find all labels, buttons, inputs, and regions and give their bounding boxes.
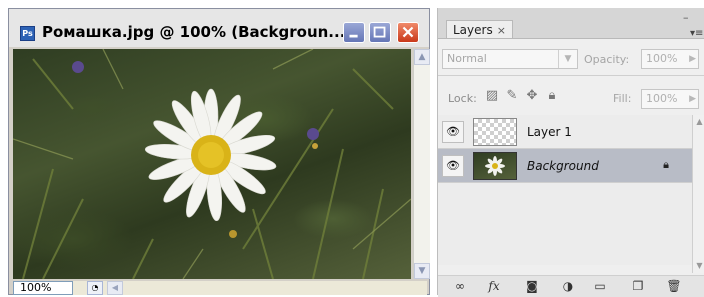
scroll-up-icon[interactable]: ▲	[414, 49, 430, 65]
document-vertical-scrollbar[interactable]: ▲ ▼	[413, 49, 430, 279]
fill-field[interactable]: 100% ▶	[641, 89, 699, 109]
zoom-level-field[interactable]: 100%	[13, 281, 73, 295]
fill-label: Fill:	[613, 92, 632, 105]
eye-icon[interactable]: 👁︎	[442, 121, 464, 143]
scroll-down-icon[interactable]: ▼	[693, 259, 704, 273]
document-title-bar[interactable]: Ps Ромашка.jpg @ 100% (Backgroun...	[9, 9, 429, 47]
document-title: Ромашка.jpg @ 100% (Backgroun...	[42, 23, 346, 41]
delete-layer-icon[interactable]: 🗑︎	[664, 278, 684, 294]
scroll-up-icon[interactable]: ▲	[693, 115, 704, 129]
opacity-field[interactable]: 100% ▶	[641, 49, 699, 69]
layers-panel: Layers × – ▾≡ Normal ▼ Opacity: 100% ▶ Lo…	[437, 8, 704, 297]
lock-icon: 🔒︎	[663, 158, 669, 171]
document-window: Ps Ромашка.jpg @ 100% (Backgroun... ▲ ▼ …	[8, 8, 430, 295]
tab-close-icon[interactable]: ×	[497, 24, 506, 37]
panel-tab-strip: Layers × – ▾≡	[438, 8, 704, 39]
daisy-photo	[13, 49, 411, 279]
layer-row-layer-1[interactable]: 👁︎ Layer 1	[438, 115, 692, 149]
blend-mode-select[interactable]: Normal ▼	[442, 49, 578, 69]
lock-all-icon[interactable]: 🔒︎	[544, 88, 560, 104]
layer-style-icon[interactable]: fx	[484, 278, 504, 294]
layer-thumbnail	[473, 152, 517, 180]
layers-list-scrollbar[interactable]: ▲ ▼	[692, 115, 704, 273]
layers-list: 👁︎ Layer 1 👁︎ Background 🔒︎	[438, 115, 692, 265]
lock-label: Lock:	[448, 92, 477, 105]
scroll-down-icon[interactable]: ▼	[414, 263, 430, 279]
new-group-icon[interactable]: ▭	[590, 278, 610, 294]
layers-panel-body: Normal ▼ Opacity: 100% ▶ Lock: ▨ ✎ ✥ 🔒︎ …	[438, 38, 704, 297]
close-icon	[402, 26, 414, 38]
layer-thumbnail	[473, 118, 517, 146]
link-layers-icon[interactable]: ∞	[450, 278, 470, 294]
adjustment-layer-icon[interactable]: ◑	[558, 278, 578, 294]
daisy-thumbnail-image	[485, 156, 505, 176]
maximize-icon	[373, 26, 386, 38]
fill-value: 100%	[646, 92, 678, 105]
minimize-button[interactable]	[343, 22, 365, 43]
layers-bottom-toolbar: ∞ fx ◙ ◑ ▭ ❐ 🗑︎	[438, 275, 704, 297]
photoshop-app-icon: Ps	[20, 26, 35, 41]
image-canvas[interactable]	[13, 49, 411, 279]
lock-position-icon[interactable]: ✥	[524, 88, 540, 104]
lock-image-pixels-icon[interactable]: ✎	[504, 88, 520, 104]
document-status-bar: 100% ◔ ◀	[13, 281, 427, 295]
new-layer-icon[interactable]: ❐	[628, 278, 648, 294]
maximize-button[interactable]	[369, 22, 391, 43]
blend-mode-value: Normal	[447, 52, 487, 65]
opacity-arrow-icon[interactable]: ▶	[689, 50, 696, 68]
tab-layers[interactable]: Layers ×	[446, 20, 513, 39]
opacity-value: 100%	[646, 52, 678, 65]
panel-collapse-icon[interactable]: –	[683, 11, 689, 24]
layer-row-background[interactable]: 👁︎ Background 🔒︎	[438, 149, 692, 183]
close-button[interactable]	[397, 22, 419, 43]
panel-divider	[438, 75, 704, 76]
eye-icon[interactable]: 👁︎	[442, 155, 464, 177]
minimize-icon	[349, 34, 358, 38]
layer-name[interactable]: Background	[527, 159, 599, 173]
scroll-left-icon[interactable]: ◀	[107, 281, 123, 295]
lock-transparent-pixels-icon[interactable]: ▨	[484, 88, 500, 104]
tab-layers-label: Layers	[453, 23, 493, 37]
chevron-down-icon: ▼	[558, 50, 577, 68]
status-info-icon[interactable]: ◔	[87, 281, 103, 295]
fill-arrow-icon[interactable]: ▶	[689, 90, 696, 108]
add-mask-icon[interactable]: ◙	[522, 278, 542, 294]
layer-name[interactable]: Layer 1	[527, 125, 572, 139]
opacity-label: Opacity:	[584, 53, 630, 66]
